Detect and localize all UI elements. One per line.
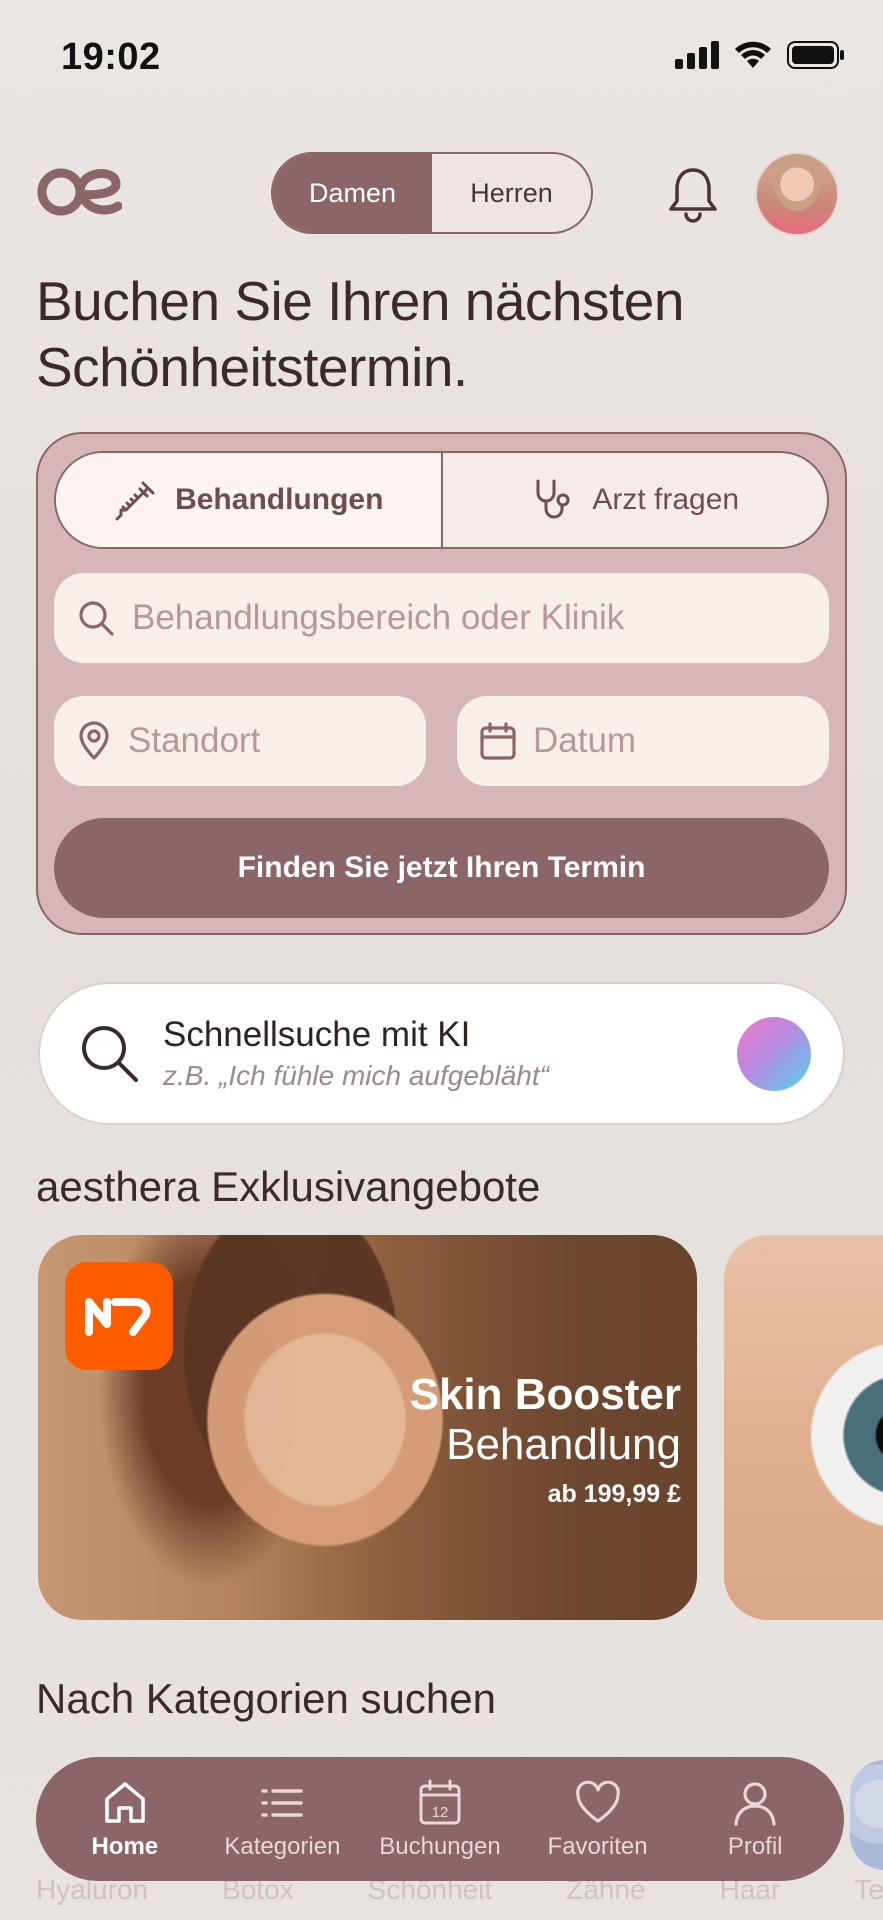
find-appointment-button[interactable]: Finden Sie jetzt Ihren Termin bbox=[54, 818, 829, 918]
nav-home[interactable]: Home bbox=[50, 1777, 200, 1861]
bottom-navigation: Home Kategorien 12 Buchungen Favoriten P… bbox=[36, 1757, 844, 1881]
bell-icon[interactable] bbox=[666, 164, 720, 224]
treatment-search-placeholder: Behandlungsbereich oder Klinik bbox=[132, 598, 625, 637]
offer-title: Skin Booster bbox=[409, 1370, 681, 1419]
list-icon bbox=[261, 1789, 304, 1817]
ai-search-title: Schnellsuche mit KI bbox=[163, 1015, 471, 1054]
nav-favoriten-label: Favoriten bbox=[547, 1833, 648, 1860]
location-placeholder: Standort bbox=[128, 721, 261, 760]
partner-logo-icon bbox=[65, 1262, 173, 1370]
nav-home-label: Home bbox=[91, 1833, 159, 1860]
promo-image-face bbox=[138, 1235, 478, 1620]
gender-option-damen[interactable]: Damen bbox=[273, 154, 432, 232]
search-icon bbox=[82, 1026, 138, 1082]
nav-buchungen[interactable]: 12 Buchungen bbox=[365, 1777, 515, 1861]
category-item[interactable]: Te bbox=[854, 1874, 883, 1906]
tab-behandlungen[interactable]: Behandlungen bbox=[56, 453, 441, 547]
avatar[interactable] bbox=[755, 152, 839, 236]
ai-search-example: z.B. „Ich fühle mich aufgebläht“ bbox=[163, 1060, 549, 1091]
home-icon bbox=[105, 1782, 145, 1823]
syringe-icon bbox=[115, 481, 155, 521]
date-input[interactable]: Datum bbox=[457, 696, 829, 786]
category-thumbnail bbox=[850, 1760, 883, 1870]
nav-kategorien-label: Kategorien bbox=[224, 1833, 341, 1860]
calendar-icon bbox=[480, 722, 516, 760]
cellular-signal-icon bbox=[675, 41, 719, 69]
ai-orb-icon[interactable] bbox=[737, 1017, 811, 1091]
offer-subtitle: Behandlung bbox=[446, 1420, 681, 1469]
tab-arzt-fragen[interactable]: Arzt fragen bbox=[443, 453, 828, 547]
app-logo bbox=[37, 168, 122, 216]
nav-buchungen-label: Buchungen bbox=[379, 1833, 501, 1860]
nav-profil-label: Profil bbox=[727, 1833, 783, 1860]
gender-toggle[interactable]: Damen Herren bbox=[271, 152, 593, 234]
nav-kategorien[interactable]: Kategorien bbox=[207, 1777, 357, 1861]
offers-section-title: aesthera Exklusivangebote bbox=[36, 1163, 541, 1210]
page-title: Buchen Sie Ihren nächsten Schönheitsterm… bbox=[36, 270, 684, 398]
heart-icon bbox=[575, 1780, 620, 1823]
location-pin-icon bbox=[79, 721, 109, 760]
calendar-icon-day: 12 bbox=[432, 1804, 449, 1821]
offer-price: ab 199,99 £ bbox=[547, 1480, 681, 1508]
date-placeholder: Datum bbox=[533, 721, 637, 760]
search-icon bbox=[79, 601, 114, 636]
search-mode-toggle[interactable]: Behandlungen Arzt fragen bbox=[54, 451, 829, 549]
battery-icon bbox=[787, 41, 844, 69]
tab-arzt-fragen-label: Arzt fragen bbox=[592, 483, 740, 516]
user-icon bbox=[734, 1782, 776, 1826]
calendar-icon: 12 bbox=[419, 1779, 461, 1825]
gender-option-herren[interactable]: Herren bbox=[432, 154, 591, 232]
treatment-search-input[interactable]: Behandlungsbereich oder Klinik bbox=[54, 573, 829, 663]
location-input[interactable]: Standort bbox=[54, 696, 426, 786]
nav-profil[interactable]: Profil bbox=[680, 1777, 830, 1861]
partner-logo-mark bbox=[85, 1298, 151, 1336]
wifi-icon bbox=[735, 41, 771, 68]
nav-favoriten[interactable]: Favoriten bbox=[523, 1777, 673, 1861]
status-time: 19:02 bbox=[61, 36, 161, 78]
categories-section-title: Nach Kategorien suchen bbox=[36, 1675, 496, 1722]
status-icons bbox=[675, 40, 845, 70]
stethoscope-icon bbox=[536, 479, 570, 519]
offer-card-next[interactable] bbox=[724, 1235, 883, 1620]
tab-behandlungen-label: Behandlungen bbox=[175, 483, 384, 516]
